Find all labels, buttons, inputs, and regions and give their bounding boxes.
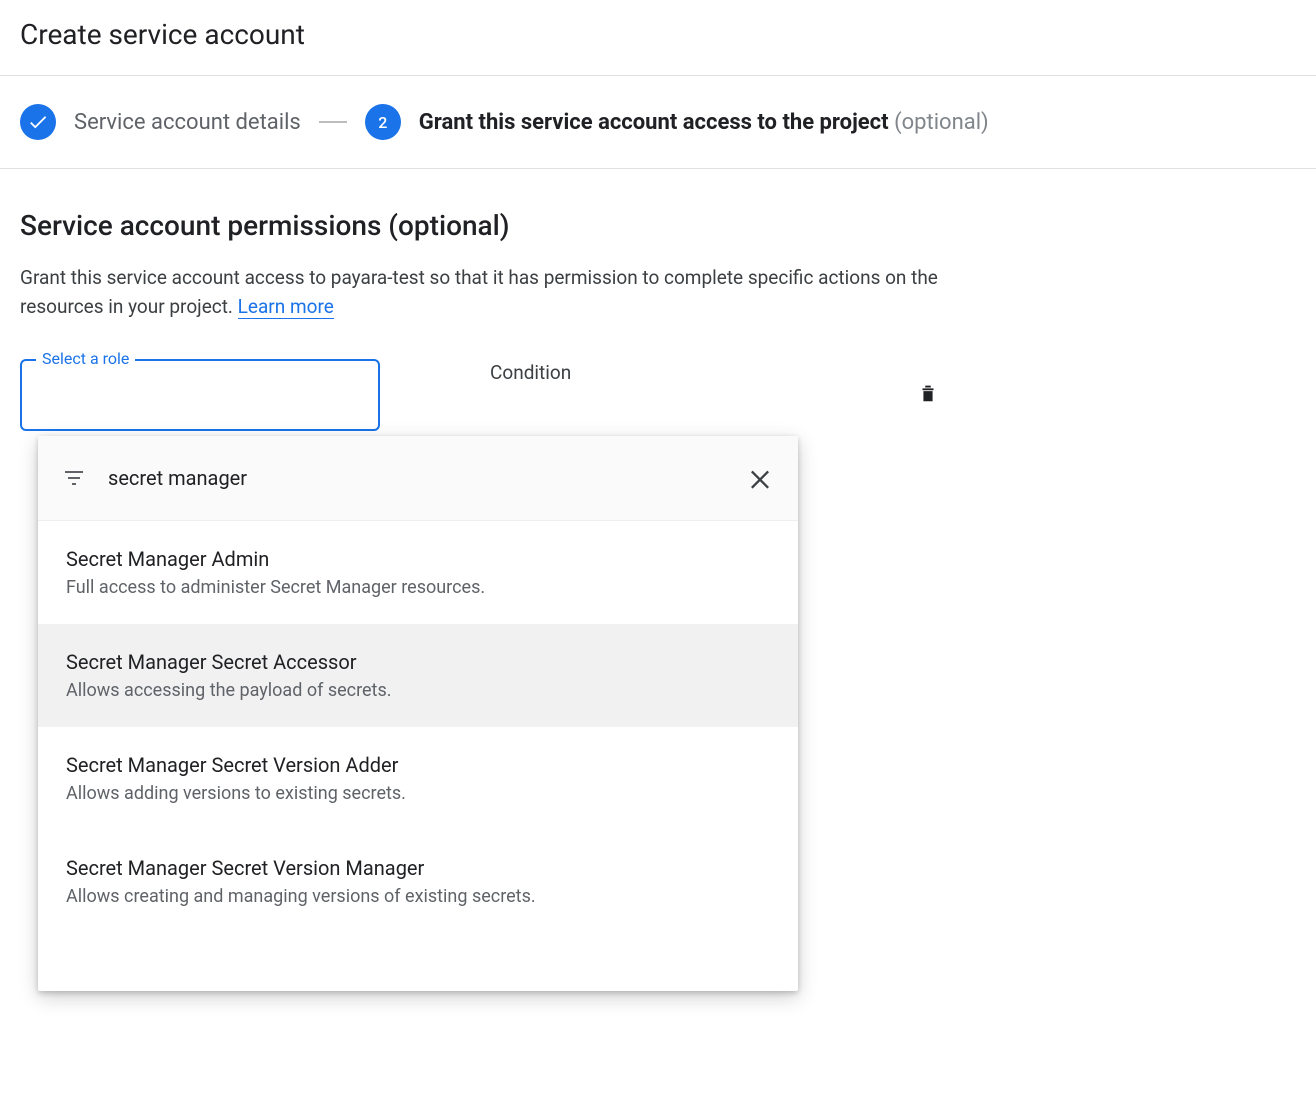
check-icon xyxy=(20,104,56,140)
section-description-text: Grant this service account access to pay… xyxy=(20,266,938,318)
step-2-optional: (optional) xyxy=(894,110,989,135)
role-option[interactable]: Secret Manager Admin Full access to admi… xyxy=(38,521,798,624)
clear-search-button[interactable] xyxy=(746,464,774,492)
role-option[interactable]: Secret Manager Secret Version Manager Al… xyxy=(38,830,798,933)
select-role-label: Select a role xyxy=(36,349,135,368)
step-2: 2 Grant this service account access to t… xyxy=(365,104,989,140)
role-option-list[interactable]: Secret Manager Admin Full access to admi… xyxy=(38,521,798,991)
role-option[interactable]: Secret Manager Secret Version Adder Allo… xyxy=(38,727,798,830)
delete-role-button[interactable] xyxy=(914,381,942,409)
role-option-name: Secret Manager Admin xyxy=(66,547,770,571)
role-dropdown-panel: Secret Manager Admin Full access to admi… xyxy=(38,436,798,991)
trash-icon xyxy=(917,381,939,409)
role-option[interactable]: Secret Manager Secret Accessor Allows ac… xyxy=(38,624,798,727)
select-role-field[interactable]: Select a role xyxy=(20,359,380,431)
section-description: Grant this service account access to pay… xyxy=(20,264,940,321)
role-option-name: Secret Manager Secret Version Manager xyxy=(66,856,770,880)
step-1-label: Service account details xyxy=(74,110,301,135)
page-title: Create service account xyxy=(0,0,1316,75)
step-connector xyxy=(319,121,347,123)
step-2-label: Grant this service account access to the… xyxy=(419,110,989,135)
condition-label: Condition xyxy=(490,359,571,384)
role-search-input[interactable] xyxy=(108,466,746,490)
learn-more-link[interactable]: Learn more xyxy=(238,295,334,319)
role-option-desc: Allows adding versions to existing secre… xyxy=(66,783,770,804)
step-2-number-icon: 2 xyxy=(365,104,401,140)
role-option-desc: Allows accessing the payload of secrets. xyxy=(66,680,770,701)
step-1[interactable]: Service account details xyxy=(20,104,301,140)
role-option-name: Secret Manager Secret Version Adder xyxy=(66,753,770,777)
filter-icon xyxy=(62,466,86,490)
role-option-desc: Allows creating and managing versions of… xyxy=(66,886,770,907)
role-option-desc: Full access to administer Secret Manager… xyxy=(66,577,770,598)
role-option-name: Secret Manager Secret Accessor xyxy=(66,650,770,674)
close-icon xyxy=(746,480,774,496)
step-2-label-text: Grant this service account access to the… xyxy=(419,110,889,135)
section-heading: Service account permissions (optional) xyxy=(20,209,1296,242)
stepper: Service account details 2 Grant this ser… xyxy=(0,76,1316,168)
